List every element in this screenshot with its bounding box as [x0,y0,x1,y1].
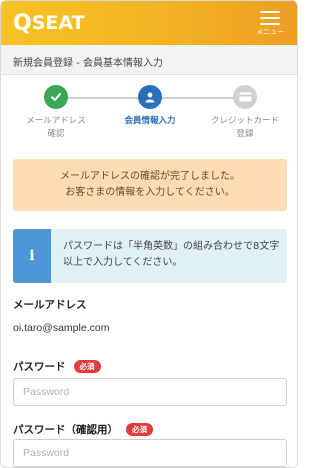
required-badge: 必須 [73,360,101,373]
credit-card-icon [233,85,257,109]
phone-frame: Q SEAT メニュー 新規会員登録 - 会員基本情報入力 メールアドレス 確認… [0,0,298,468]
user-icon [138,85,162,109]
hamburger-icon [260,11,280,25]
password-confirm-label: パスワード（確認用） 必須 [13,422,153,437]
info-icon: i [13,229,51,283]
step-label: メールアドレス 確認 [26,116,86,139]
check-icon [44,85,68,109]
app-header: Q SEAT メニュー [1,1,297,45]
confirmation-notice: メールアドレスの確認が完了しました。 お客さまの情報を入力してください。 [13,159,287,211]
password-hint: パスワードは「半角英数」の組み合わせで8文字以上で入力してください。 [63,241,280,268]
step-member-info: 会員情報入力 [102,85,198,128]
step-label: クレジットカード 登録 [210,116,279,139]
step-label: 会員情報入力 [124,116,176,126]
logo-q: Q [13,10,32,36]
email-label: メールアドレス [13,299,87,311]
breadcrumb: 新規会員登録 - 会員基本情報入力 [1,45,297,75]
password-label: パスワード 必須 [13,359,101,374]
step-email-confirm: メールアドレス 確認 [8,85,104,141]
email-value: oi.taro@sample.com [13,322,110,334]
menu-label: メニュー [256,28,284,36]
menu-button[interactable]: メニュー [253,7,287,39]
progress-steps: メールアドレス 確認 会員情報入力 クレジットカード 登録 [1,85,297,151]
password-info-box: i パスワードは「半角英数」の組み合わせで8文字以上で入力してください。 [13,229,287,283]
qseat-logo[interactable]: Q SEAT [13,8,85,38]
password-input[interactable] [13,378,287,406]
password-confirm-input[interactable] [13,439,287,467]
step-credit-card: クレジットカード 登録 [197,85,293,141]
logo-text: SEAT [31,12,85,34]
required-badge: 必須 [126,423,153,436]
